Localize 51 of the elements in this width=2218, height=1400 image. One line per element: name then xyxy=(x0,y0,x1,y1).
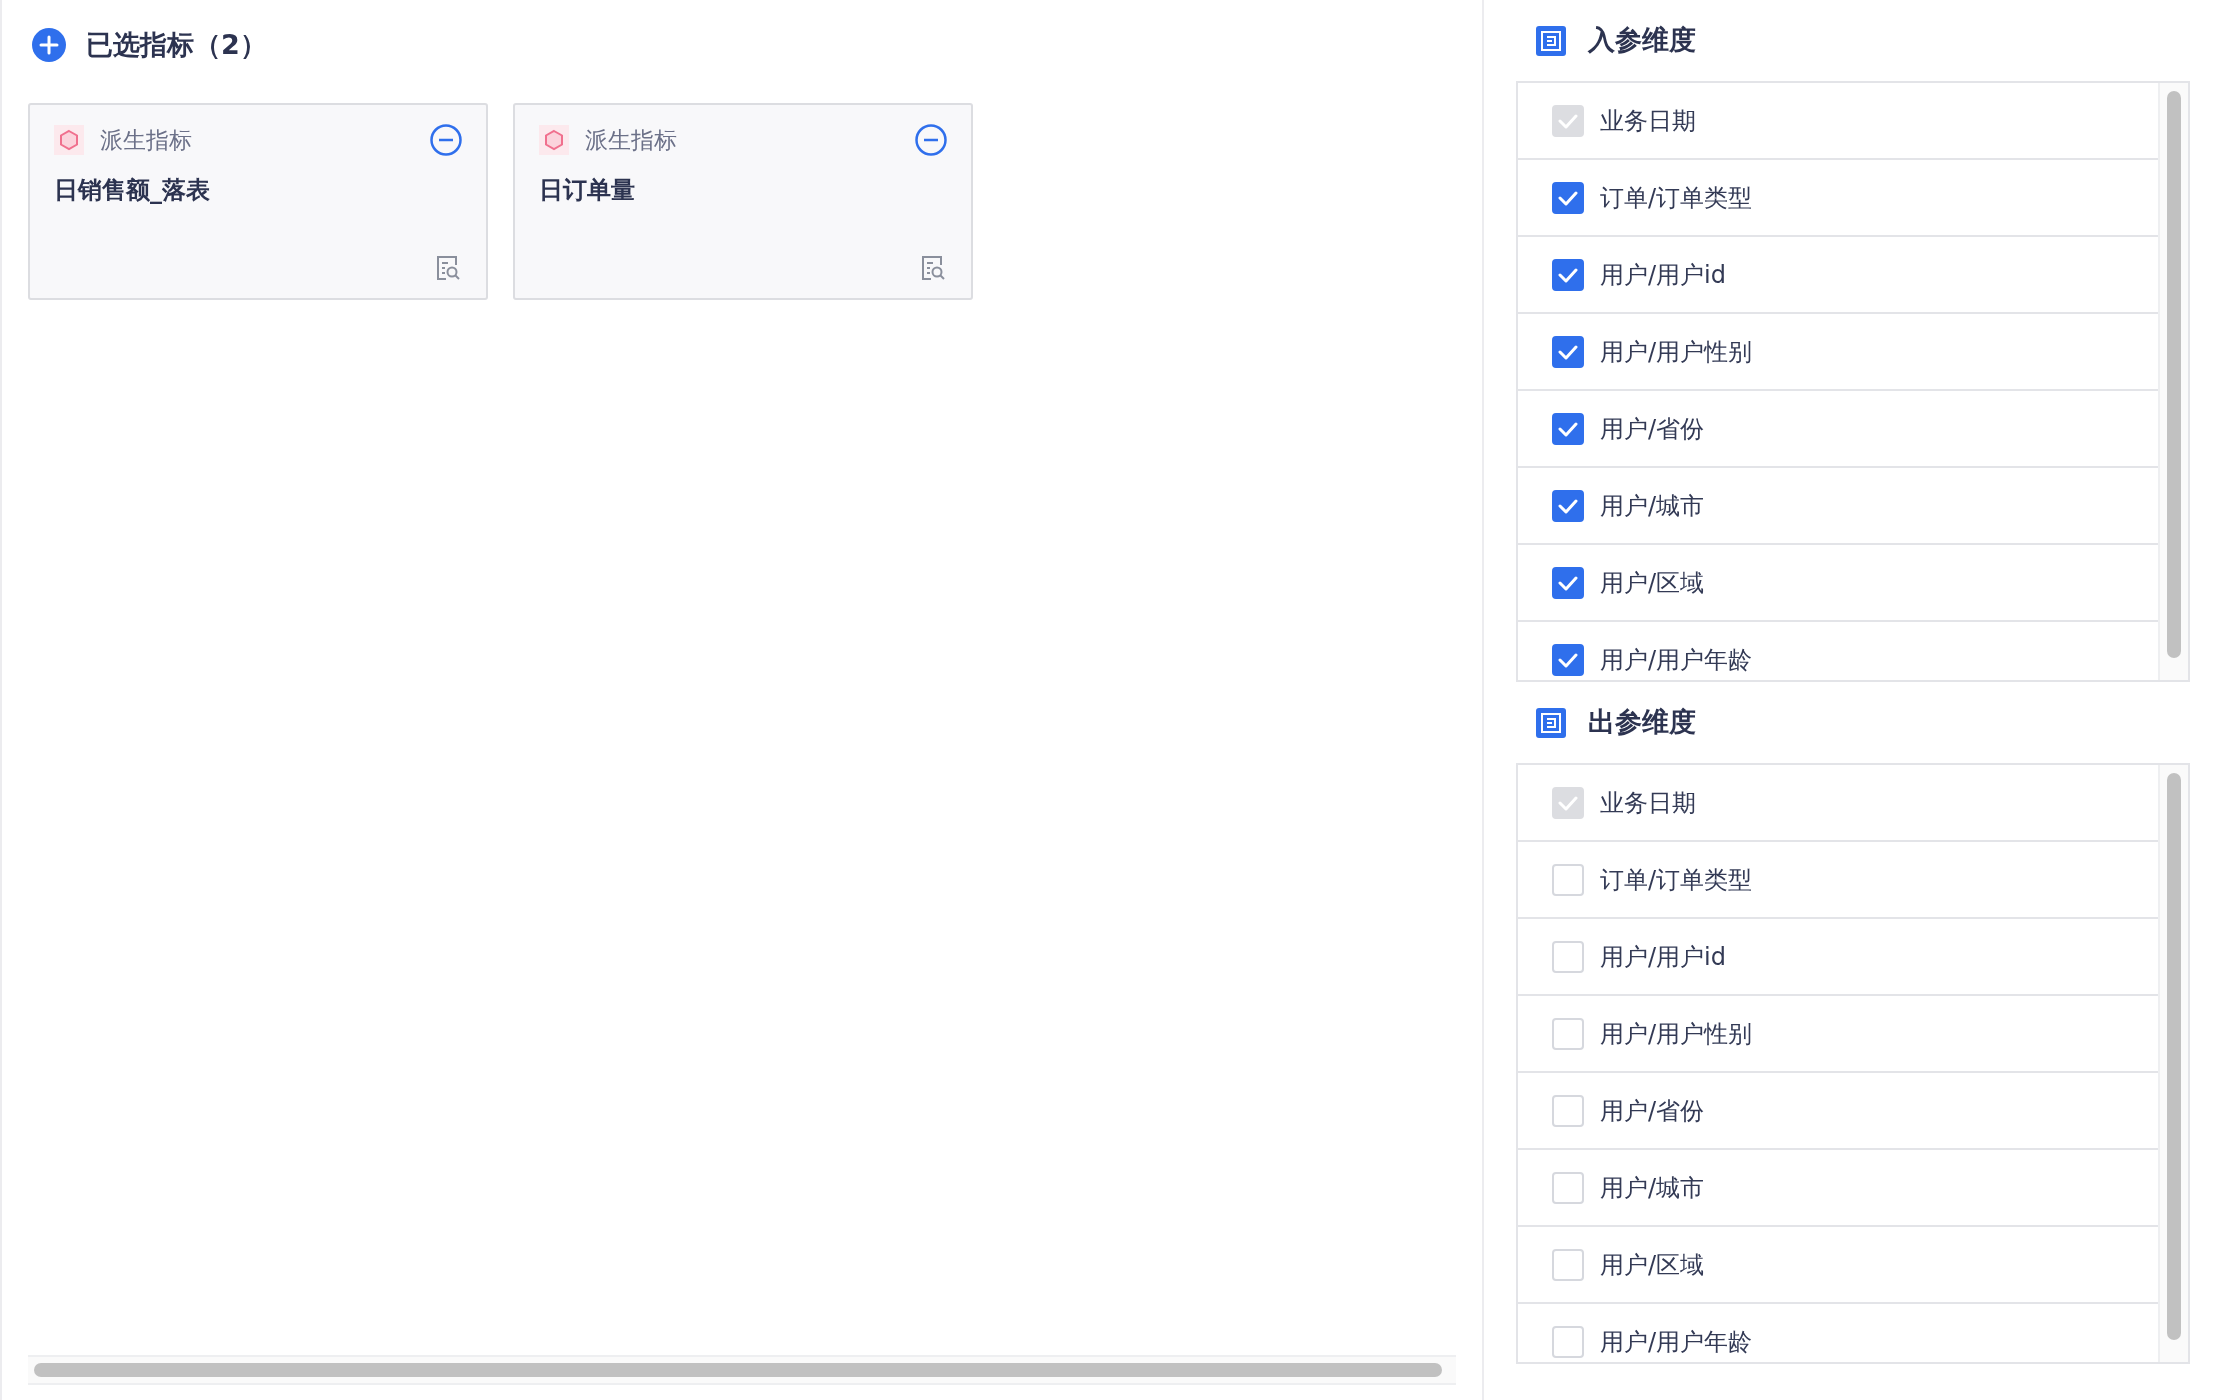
checkmark-icon xyxy=(1558,189,1578,206)
checkbox[interactable] xyxy=(1552,566,1584,599)
dimension-label: 用户/区域 xyxy=(1600,567,1705,599)
checkbox[interactable] xyxy=(1552,258,1584,291)
checkmark-icon xyxy=(1558,497,1578,514)
preview-icon[interactable] xyxy=(919,254,947,282)
scrollbar-thumb[interactable] xyxy=(2167,91,2181,658)
scrollbar-thumb[interactable] xyxy=(2167,773,2181,1340)
checkmark-icon xyxy=(1558,420,1578,437)
section-title: 入参维度 xyxy=(1588,23,1696,58)
dimension-icon xyxy=(1536,707,1566,738)
dimension-label: 订单/订单类型 xyxy=(1600,182,1753,214)
horizontal-scrollbar-thumb[interactable] xyxy=(34,1363,1442,1377)
dimension-label: 用户/用户年龄 xyxy=(1600,1326,1753,1358)
dimension-label: 用户/城市 xyxy=(1600,490,1705,522)
dimension-label: 订单/订单类型 xyxy=(1600,864,1753,896)
checkmark-icon xyxy=(1558,266,1578,283)
section-title: 已选指标（2） xyxy=(86,27,267,62)
add-icon[interactable] xyxy=(32,28,66,62)
checkbox[interactable] xyxy=(1552,335,1584,368)
dimension-label: 用户/区域 xyxy=(1600,1249,1705,1281)
dimension-icon xyxy=(1536,25,1566,56)
dimension-label: 用户/用户年龄 xyxy=(1600,644,1753,676)
dimension-label: 业务日期 xyxy=(1600,105,1696,137)
section-title: 出参维度 xyxy=(1588,705,1696,740)
dimension-label: 用户/用户id xyxy=(1600,259,1726,291)
checkmark-icon xyxy=(1558,343,1578,360)
checkbox[interactable] xyxy=(1552,412,1584,445)
metric-type: 派生指标 xyxy=(585,126,677,155)
checkbox[interactable] xyxy=(1552,181,1584,214)
dimension-label: 用户/用户性别 xyxy=(1600,336,1753,368)
dimension-label: 用户/用户id xyxy=(1600,941,1726,973)
checkbox[interactable] xyxy=(1552,489,1584,522)
dimension-label: 用户/城市 xyxy=(1600,1172,1705,1204)
dimension-label: 用户/用户性别 xyxy=(1600,1018,1753,1050)
checkbox[interactable] xyxy=(1552,643,1584,676)
metric-card[interactable]: 派生指标 日销售额_落表 xyxy=(28,103,488,300)
remove-icon[interactable] xyxy=(915,124,947,157)
metric-name: 日销售额_落表 xyxy=(54,174,211,206)
preview-icon[interactable] xyxy=(434,254,462,282)
remove-icon[interactable] xyxy=(430,124,462,157)
metric-card[interactable]: 派生指标 日订单量 xyxy=(513,103,973,300)
checkmark-icon xyxy=(1558,112,1578,129)
metric-name: 日订单量 xyxy=(539,174,636,206)
metric-type: 派生指标 xyxy=(100,126,192,155)
dimension-label: 用户/省份 xyxy=(1600,413,1705,445)
dimension-label: 业务日期 xyxy=(1600,787,1696,819)
checkmark-icon xyxy=(1558,794,1578,811)
dimension-label: 用户/省份 xyxy=(1600,1095,1705,1127)
checkmark-icon xyxy=(1558,651,1578,668)
checkmark-icon xyxy=(1558,574,1578,591)
